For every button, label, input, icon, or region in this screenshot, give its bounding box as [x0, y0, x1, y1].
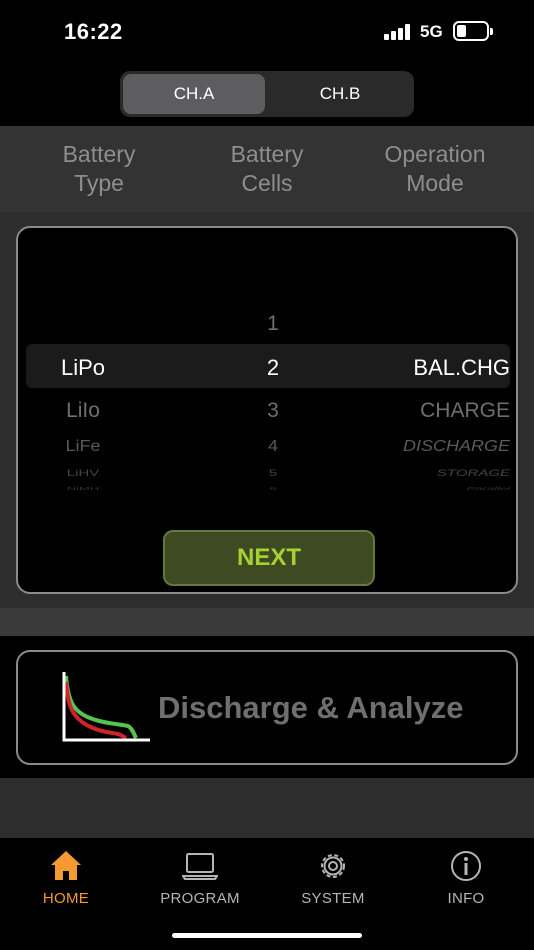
- battery-type-option[interactable]: LiHV: [18, 468, 148, 478]
- header-battery-cells: Battery Cells: [187, 140, 347, 198]
- mode-option[interactable]: DISCHARGE: [403, 438, 510, 456]
- section-divider: [0, 608, 534, 636]
- mode-option[interactable]: Parallel: [467, 486, 510, 491]
- header-operation-mode-line2: Mode: [406, 170, 464, 196]
- tab-home[interactable]: HOME: [6, 848, 126, 907]
- tab-info[interactable]: INFO: [406, 848, 526, 907]
- cells-selected[interactable]: 2: [208, 355, 338, 381]
- cellular-signal-icon: [384, 24, 412, 40]
- next-button[interactable]: NEXT: [163, 530, 375, 586]
- tab-program[interactable]: PROGRAM: [140, 848, 260, 907]
- header-battery-cells-line2: Cells: [241, 170, 293, 196]
- channel-a-button[interactable]: CH.A: [123, 74, 265, 114]
- discharge-curve-icon: [62, 672, 150, 742]
- clock: 16:22: [64, 19, 123, 44]
- gear-icon: [321, 854, 345, 878]
- tab-label: HOME: [42, 890, 90, 907]
- discharge-analyze-label: Discharge & Analyze: [158, 690, 464, 725]
- info-icon: [451, 851, 481, 881]
- battery-type-option[interactable]: LiIo: [18, 399, 148, 423]
- tab-system[interactable]: SYSTEM: [273, 848, 393, 907]
- tab-label: PROGRAM: [160, 890, 240, 907]
- cells-option[interactable]: 5: [208, 468, 338, 478]
- header-battery-type-line2: Type: [74, 170, 124, 196]
- battery-type-option[interactable]: NiMH: [18, 486, 148, 491]
- tab-label: INFO: [447, 890, 485, 907]
- discharge-analyze-button[interactable]: Discharge & Analyze: [16, 650, 518, 765]
- cells-option[interactable]: 1: [208, 312, 338, 336]
- home-indicator[interactable]: [172, 933, 362, 938]
- cells-option[interactable]: 4: [208, 438, 338, 456]
- home-icon: [51, 851, 81, 880]
- mode-option[interactable]: STORAGE: [437, 468, 510, 478]
- battery-status-icon: [453, 21, 493, 41]
- status-bar: 16:22 5G: [0, 0, 534, 64]
- cells-option[interactable]: 6: [208, 486, 338, 491]
- battery-type-option[interactable]: LiFe: [18, 438, 148, 456]
- laptop-icon: [182, 853, 218, 880]
- header-battery-type: Battery Type: [19, 140, 179, 198]
- network-type: 5G: [420, 22, 443, 41]
- header-battery-cells-line1: Battery: [230, 141, 304, 167]
- tab-label: SYSTEM: [301, 890, 365, 907]
- channel-b-button[interactable]: CH.B: [269, 74, 411, 114]
- picker-headers: Battery Type Battery Cells Operation Mod…: [0, 126, 534, 212]
- mode-selected[interactable]: BAL.CHG: [413, 355, 510, 381]
- channel-selector: CH.A CH.B: [120, 71, 414, 117]
- header-operation-mode: Operation Mode: [355, 140, 515, 198]
- cells-option[interactable]: 3: [208, 399, 338, 423]
- mode-option[interactable]: CHARGE: [420, 399, 510, 423]
- header-operation-mode-line1: Operation: [384, 141, 486, 167]
- battery-picker-card: LiPo LiIo LiFe LiHV NiMH 1 2 3 4 5 6 BAL…: [16, 226, 518, 594]
- battery-type-selected[interactable]: LiPo: [18, 355, 148, 381]
- header-battery-type-line1: Battery: [62, 141, 136, 167]
